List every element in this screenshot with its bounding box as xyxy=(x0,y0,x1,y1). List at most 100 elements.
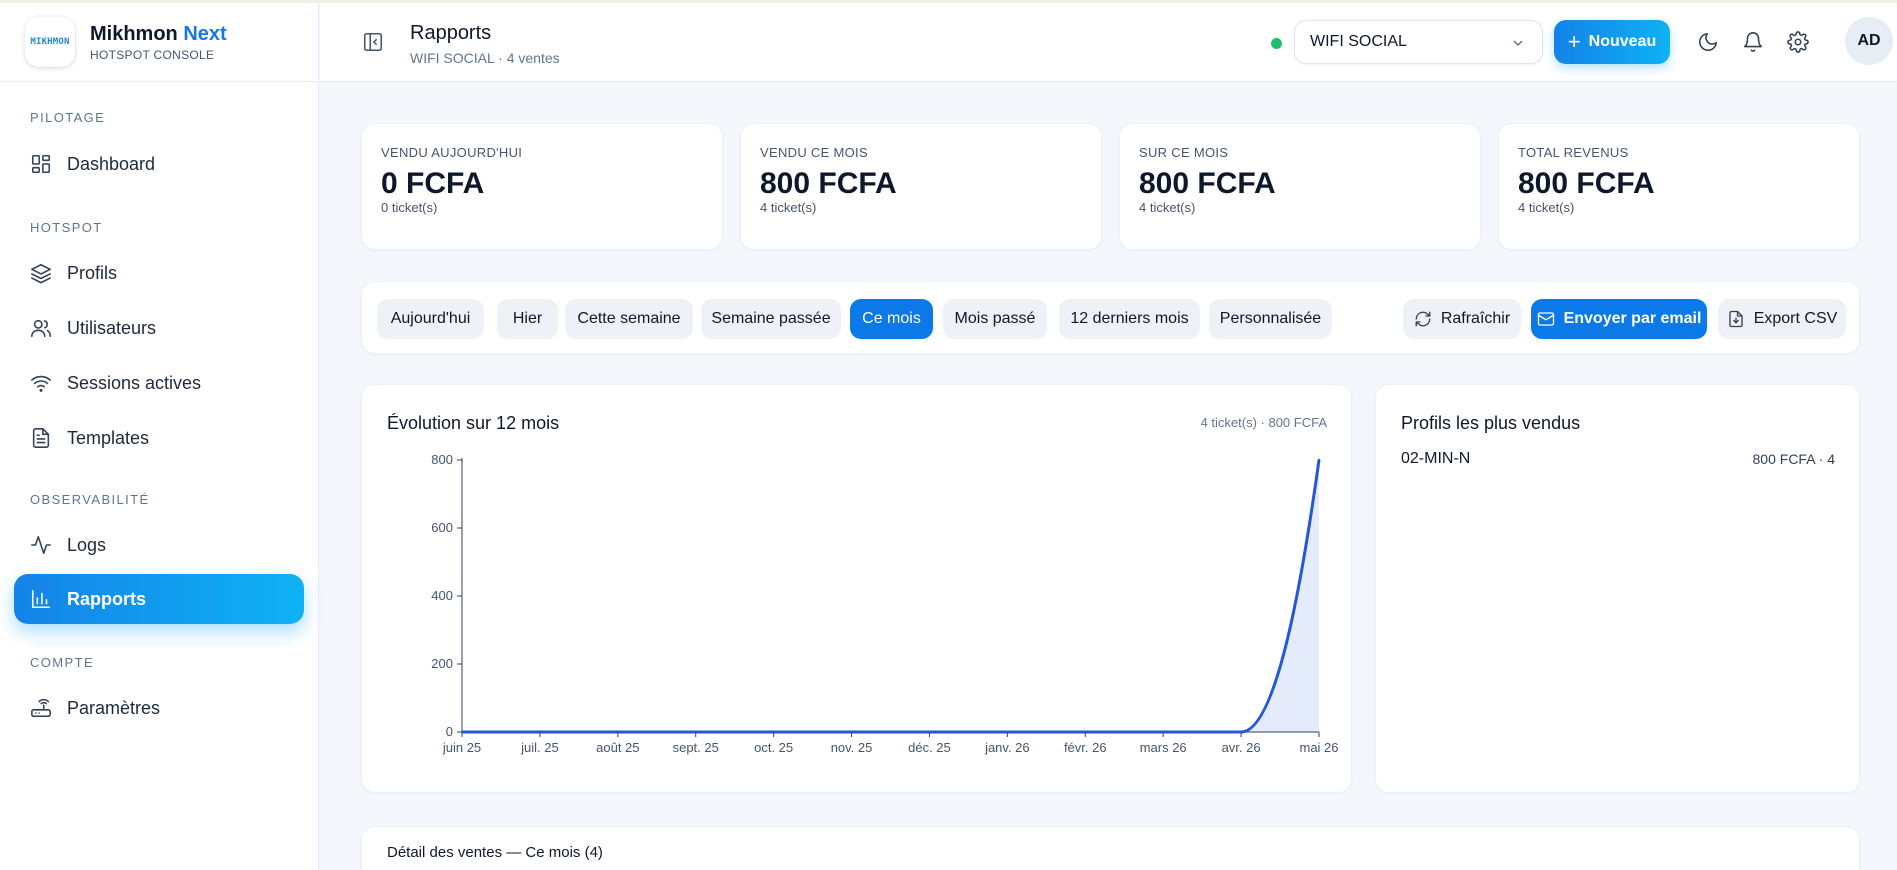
chart-x-tick-label: juin 25 xyxy=(442,740,481,755)
file-text-icon xyxy=(32,428,50,448)
send-email-button[interactable]: Envoyer par email xyxy=(1531,299,1707,339)
sidebar-item-label: Profils xyxy=(67,262,118,283)
user-avatar[interactable]: AD xyxy=(1845,17,1893,65)
site-select-value: WIFI SOCIAL xyxy=(1310,33,1407,50)
gear-icon xyxy=(1787,31,1809,53)
period-custom[interactable]: Personnalisée xyxy=(1209,299,1332,339)
sidebar-item-label: Templates xyxy=(67,427,150,448)
chart-x-tick-label: oct. 25 xyxy=(754,740,793,755)
notifications-button[interactable] xyxy=(1742,31,1764,53)
chart-data-point xyxy=(538,730,542,734)
chart-data-point xyxy=(1084,730,1087,734)
sidebar-item-profils[interactable]: Profils xyxy=(14,248,304,298)
sidebar-item-utilisateurs[interactable]: Utilisateurs xyxy=(14,303,304,353)
chart-y-tick-label: 600 xyxy=(431,520,453,535)
sidebar-item-label: Rapports xyxy=(67,588,147,609)
chart-data-point xyxy=(850,730,853,734)
period-last-week[interactable]: Semaine passée xyxy=(701,299,841,339)
panel-left-icon xyxy=(363,32,383,52)
sidebar-toggle-button[interactable] xyxy=(362,31,384,53)
mail-icon xyxy=(1537,312,1554,326)
stat-sub: 4 ticket(s) xyxy=(1139,200,1196,215)
stat-value: 800 FCFA xyxy=(1518,167,1655,200)
new-button[interactable]: + Nouveau xyxy=(1554,20,1670,64)
sidebar-item-parametres[interactable]: Paramètres xyxy=(14,683,304,733)
chart-x-tick-label: juil. 25 xyxy=(520,740,559,755)
stat-label: VENDU CE MOIS xyxy=(760,145,868,160)
chart-data-point xyxy=(928,730,931,734)
theme-toggle-button[interactable] xyxy=(1697,31,1719,53)
site-select[interactable]: WIFI SOCIAL xyxy=(1294,20,1543,64)
sidebar-item-templates[interactable]: Templates xyxy=(14,413,304,463)
export-csv-button[interactable]: Export CSV xyxy=(1718,299,1846,339)
stat-label: TOTAL REVENUS xyxy=(1518,145,1629,160)
period-last-12-months[interactable]: 12 derniers mois xyxy=(1059,299,1200,339)
send-email-label: Envoyer par email xyxy=(1563,310,1702,327)
connection-status-dot xyxy=(1271,38,1282,49)
period-this-week[interactable]: Cette semaine xyxy=(565,299,693,339)
stat-label: VENDU AUJOURD'HUI xyxy=(381,145,523,160)
chart-x-tick-label: août 25 xyxy=(596,740,639,755)
chevron-down-icon xyxy=(1513,40,1523,46)
stat-card-total: TOTAL REVENUS 800 FCFA 4 ticket(s) xyxy=(1498,123,1860,250)
top-profile-name: 02-MIN-N xyxy=(1401,450,1471,467)
activity-icon xyxy=(31,535,51,555)
router-icon xyxy=(31,698,51,718)
export-csv-label: Export CSV xyxy=(1753,310,1838,327)
sidebar-item-label: Logs xyxy=(67,534,107,555)
plus-icon: + xyxy=(1567,29,1581,54)
sidebar-item-logs[interactable]: Logs xyxy=(14,520,304,570)
sidebar-item-dashboard[interactable]: Dashboard xyxy=(14,139,304,189)
stat-label: SUR CE MOIS xyxy=(1139,145,1229,160)
stat-sub: 4 ticket(s) xyxy=(760,200,817,215)
chart-data-point xyxy=(460,730,464,734)
brand-logo[interactable]: MIKHMON xyxy=(25,17,75,67)
settings-button[interactable] xyxy=(1787,31,1809,53)
stat-card-period: SUR CE MOIS 800 FCFA 4 ticket(s) xyxy=(1119,123,1481,250)
brand-subtitle: HOTSPOT CONSOLE xyxy=(90,47,215,62)
chart-x-tick-label: avr. 26 xyxy=(1222,740,1261,755)
chart-y-tick-label: 0 xyxy=(446,724,453,739)
sidebar-item-label: Dashboard xyxy=(67,153,156,174)
period-last-month[interactable]: Mois passé xyxy=(943,299,1047,339)
chart-data-point xyxy=(1239,730,1243,734)
stat-card-today: VENDU AUJOURD'HUI 0 FCFA 0 ticket(s) xyxy=(361,123,723,250)
sales-detail-title: Détail des ventes — Ce mois (4) xyxy=(387,844,603,861)
top-profiles-card: Profils les plus vendus 02-MIN-N 800 FCF… xyxy=(1375,384,1860,793)
sidebar-item-sessions-actives[interactable]: Sessions actives xyxy=(14,358,304,408)
refresh-button[interactable]: Rafraîchir xyxy=(1403,299,1521,339)
top-header: Rapports WIFI SOCIAL · 4 ventes WIFI SOC… xyxy=(320,3,1897,82)
stat-value: 800 FCFA xyxy=(760,167,897,200)
top-profile-value: 800 FCFA · 4 xyxy=(1752,451,1835,467)
chart-data-point xyxy=(694,730,697,734)
section-observabilite: OBSERVABILITÉ xyxy=(30,492,150,507)
stat-sub: 0 ticket(s) xyxy=(381,200,438,215)
sidebar-item-label: Paramètres xyxy=(67,697,161,718)
sidebar-item-rapports[interactable]: Rapports xyxy=(14,574,304,624)
top-profiles-title: Profils les plus vendus xyxy=(1401,413,1581,433)
section-hotspot: HOTSPOT xyxy=(30,220,103,235)
stat-value: 0 FCFA xyxy=(381,167,485,200)
brand: MIKHMON Mikhmon Next HOTSPOT CONSOLE xyxy=(0,3,318,82)
layers-icon xyxy=(31,263,51,284)
period-yesterday[interactable]: Hier xyxy=(497,299,558,339)
chart-data-point xyxy=(1317,458,1321,462)
sidebar: MIKHMON Mikhmon Next HOTSPOT CONSOLE PIL… xyxy=(0,3,319,870)
bar-chart-icon xyxy=(31,589,51,609)
stat-sub: 4 ticket(s) xyxy=(1518,200,1575,215)
evolution-chart: 0 200 400 600 800 juin 25 juil. 25 août 25 sept.… xyxy=(431,452,1338,755)
refresh-icon xyxy=(1415,311,1431,327)
brand-name-accent: Next xyxy=(183,22,227,45)
chart-x-tick-label: nov. 25 xyxy=(831,740,873,755)
users-icon xyxy=(31,319,51,338)
chart-x-tick-label: sept. 25 xyxy=(673,740,719,755)
chart-data-point xyxy=(616,730,620,734)
period-today[interactable]: Aujourd'hui xyxy=(377,299,484,339)
wifi-icon xyxy=(31,375,51,392)
filter-bar: Aujourd'hui Hier Cette semaine Semaine p… xyxy=(361,281,1860,354)
chart-data-point xyxy=(772,730,775,734)
file-download-icon xyxy=(1729,310,1743,328)
period-this-month[interactable]: Ce mois xyxy=(850,299,933,339)
evolution-card: Évolution sur 12 mois 4 ticket(s) · 800 … xyxy=(361,384,1352,793)
chart-x-tick-label: janv. 26 xyxy=(984,740,1030,755)
